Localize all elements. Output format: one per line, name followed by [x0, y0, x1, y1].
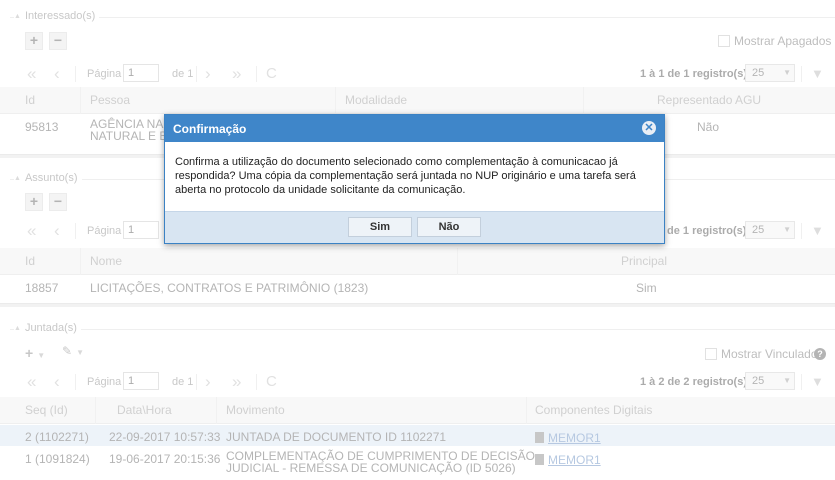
dialog-message-line: Confirma a utilização do documento selec…: [175, 156, 618, 168]
dialog-header[interactable]: Confirmação ✕: [165, 115, 664, 142]
nao-button[interactable]: Não: [417, 217, 481, 237]
dialog-message-line: aberta no protocolo da unidade solicitan…: [175, 184, 466, 196]
confirmation-dialog: Confirmação ✕ Confirma a utilização do d…: [164, 114, 665, 244]
sim-button[interactable]: Sim: [348, 217, 412, 237]
dialog-title: Confirmação: [173, 122, 247, 136]
dialog-message-line: respondida? Uma cópia da complementação …: [175, 170, 636, 182]
close-icon[interactable]: ✕: [642, 121, 656, 135]
dialog-message: Confirma a utilização do documento selec…: [175, 155, 655, 197]
dialog-footer: Sim Não: [165, 211, 664, 243]
